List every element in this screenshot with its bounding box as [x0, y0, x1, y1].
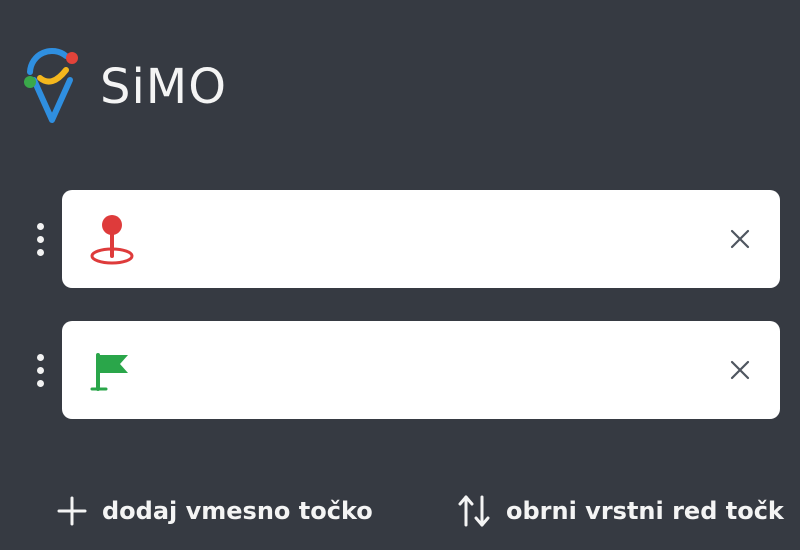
drag-dot	[36, 353, 44, 361]
reverse-order-label: obrni vrstni red točk	[506, 497, 784, 525]
drag-handle-start[interactable]	[28, 190, 52, 288]
drag-dot	[36, 222, 44, 230]
drag-dot	[36, 379, 44, 387]
start-input[interactable]	[154, 214, 694, 264]
route-planner-panel: SiMO dodaj vmesno točko obrni vrstni red…	[0, 0, 800, 550]
add-waypoint-label: dodaj vmesno točko	[102, 497, 373, 525]
drag-dot	[36, 248, 44, 256]
route-row-start	[28, 190, 780, 288]
swap-vertical-icon	[458, 495, 490, 527]
add-waypoint-button[interactable]: dodaj vmesno točko	[56, 486, 373, 536]
close-icon	[730, 229, 750, 249]
brand-name: SiMO	[100, 59, 227, 115]
flag-icon	[90, 353, 128, 391]
destination-field[interactable]	[62, 321, 780, 419]
reverse-order-button[interactable]: obrni vrstni red točk	[456, 486, 784, 536]
route-actions: dodaj vmesno točko obrni vrstni red točk	[0, 486, 800, 536]
start-field[interactable]	[62, 190, 780, 288]
drag-dot	[36, 366, 44, 374]
drag-dot	[36, 235, 44, 243]
clear-destination-button[interactable]	[720, 350, 760, 390]
close-icon	[730, 360, 750, 380]
clear-start-button[interactable]	[720, 219, 760, 259]
drag-handle-destination[interactable]	[28, 321, 52, 419]
simo-pin-logo-icon	[24, 47, 78, 123]
location-pin-icon	[90, 215, 134, 265]
route-row-destination	[28, 321, 780, 419]
brand-logo[interactable]: SiMO	[22, 44, 227, 126]
plus-icon	[57, 496, 87, 526]
destination-input[interactable]	[154, 345, 694, 395]
